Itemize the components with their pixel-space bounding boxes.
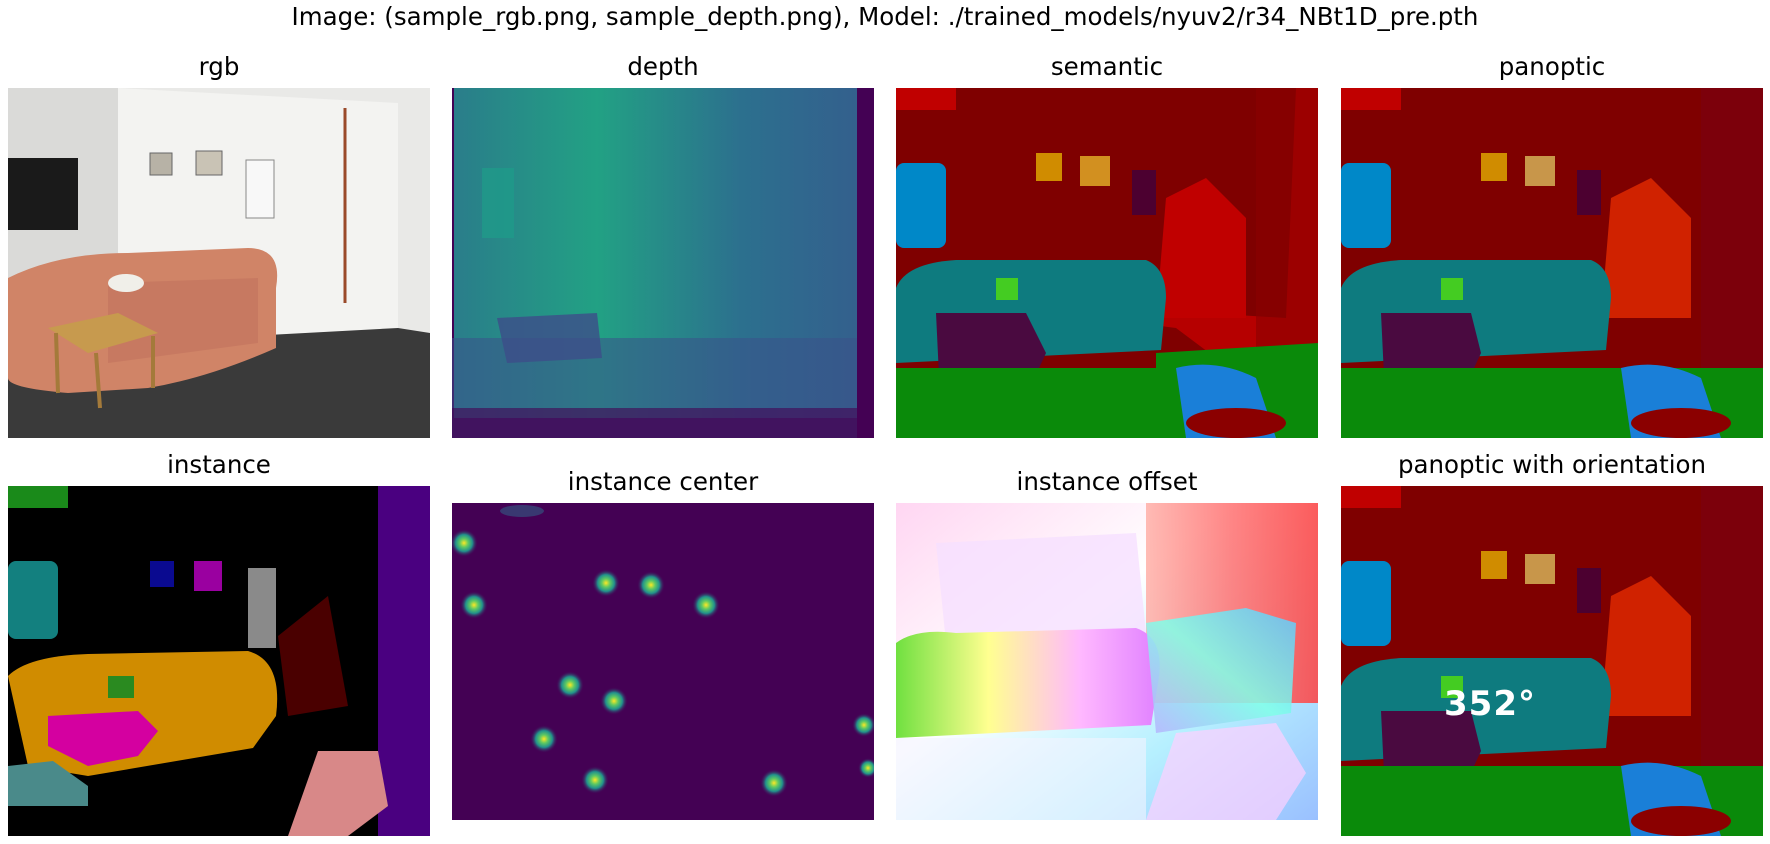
panel-title-panoptic-orientation: panoptic with orientation	[1397, 450, 1707, 479]
panel-title-depth: depth	[627, 52, 699, 81]
panel-title-instance-offset: instance offset	[1016, 467, 1198, 496]
depth-image	[452, 88, 874, 438]
instance-center-image	[452, 503, 874, 820]
instance-offset-image	[896, 503, 1318, 820]
instance-image	[8, 486, 430, 836]
panel-title-panoptic: panoptic	[1498, 52, 1606, 81]
panel-title-instance: instance	[167, 450, 271, 479]
panel-title-semantic: semantic	[1050, 52, 1164, 81]
orientation-label: 352°	[1444, 684, 1536, 724]
panoptic-image	[1341, 88, 1763, 438]
rgb-image	[8, 88, 430, 438]
panoptic-orientation-image: 352°	[1341, 486, 1763, 836]
semantic-image	[896, 88, 1318, 438]
panel-title-rgb: rgb	[198, 52, 240, 81]
panel-title-instance-center: instance center	[567, 467, 759, 496]
figure-suptitle: Image: (sample_rgb.png, sample_depth.png…	[291, 2, 1479, 31]
